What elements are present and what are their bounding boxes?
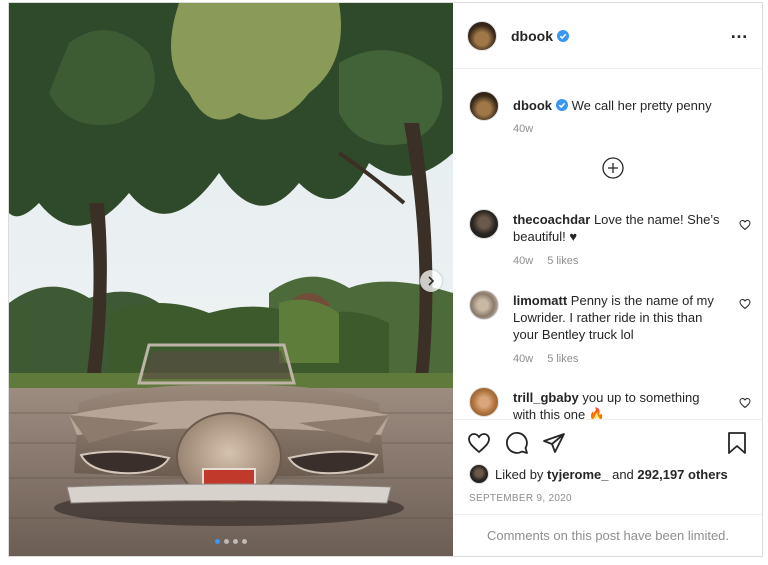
heart-icon[interactable] bbox=[739, 397, 751, 409]
post-modal: dbook … dbook We call her pretty penny 4… bbox=[8, 2, 763, 557]
next-photo-button[interactable] bbox=[420, 270, 442, 292]
post-date[interactable]: SEPTEMBER 9, 2020 bbox=[469, 493, 572, 504]
save-bookmark-icon[interactable] bbox=[725, 431, 749, 455]
like-heart-icon[interactable] bbox=[467, 431, 491, 455]
carousel-dot-active bbox=[215, 539, 220, 544]
caption-age: 40w bbox=[513, 123, 534, 135]
caption-avatar[interactable] bbox=[469, 91, 499, 121]
comment-item: limomatt Penny is the name of my Lowride… bbox=[467, 290, 751, 375]
more-options-button[interactable]: … bbox=[730, 23, 749, 41]
verified-badge-icon bbox=[556, 99, 568, 111]
post-details-panel: dbook … dbook We call her pretty penny 4… bbox=[453, 3, 762, 556]
comment-body: trill_gbaby you up to something with thi… bbox=[513, 389, 725, 419]
liked-by-prefix: Liked by bbox=[495, 466, 544, 482]
comment-meta: 40w 5 likes bbox=[513, 353, 578, 365]
comment-likes[interactable]: 5 likes bbox=[547, 353, 578, 365]
comment-item: thecoachdar Love the name! She’s beautif… bbox=[467, 209, 751, 279]
likes-summary: Liked by tyjerome_ and 292,197 others bbox=[469, 464, 728, 484]
comments-limited-notice: Comments on this post have been limited. bbox=[453, 514, 762, 556]
share-icon[interactable] bbox=[542, 431, 566, 455]
verified-badge-icon bbox=[557, 29, 569, 42]
car-photo-illustration bbox=[9, 3, 453, 556]
comment-age: 40w bbox=[513, 353, 534, 365]
commenter-username[interactable]: limomatt bbox=[513, 293, 567, 308]
chevron-right-icon bbox=[428, 276, 435, 286]
heart-icon[interactable] bbox=[739, 219, 751, 231]
carousel-dot bbox=[224, 539, 229, 544]
author-avatar[interactable] bbox=[467, 20, 497, 51]
commenter-username[interactable]: thecoachdar bbox=[513, 212, 590, 227]
caption-text: We call her pretty penny bbox=[571, 98, 712, 113]
comment-body: limomatt Penny is the name of my Lowride… bbox=[513, 292, 725, 343]
comment-likes[interactable]: 5 likes bbox=[547, 255, 578, 267]
commenter-avatar[interactable] bbox=[469, 387, 499, 417]
liker-avatar[interactable] bbox=[469, 464, 489, 484]
carousel-dot bbox=[233, 539, 238, 544]
heart-icon[interactable] bbox=[739, 298, 751, 310]
caption-meta: 40w bbox=[513, 123, 533, 135]
author-username[interactable]: dbook bbox=[511, 28, 553, 44]
carousel-dot bbox=[242, 539, 247, 544]
post-photo[interactable] bbox=[9, 3, 453, 556]
caption: dbook We call her pretty penny 40w bbox=[467, 91, 751, 151]
commenter-username[interactable]: trill_gbaby bbox=[513, 390, 579, 405]
commenter-avatar[interactable] bbox=[469, 209, 499, 239]
post-header: dbook … bbox=[453, 3, 762, 69]
comment-body: thecoachdar Love the name! She’s beautif… bbox=[513, 211, 725, 245]
post-actions: Liked by tyjerome_ and 292,197 others SE… bbox=[453, 419, 762, 514]
caption-username[interactable]: dbook bbox=[513, 98, 552, 113]
caption-body: dbook We call her pretty penny bbox=[513, 97, 753, 114]
comment-item: trill_gbaby you up to something with thi… bbox=[467, 387, 751, 419]
liker-username[interactable]: tyjerome_ bbox=[547, 467, 608, 482]
likes-count[interactable]: 292,197 others bbox=[637, 467, 727, 482]
comment-meta: 40w 5 likes bbox=[513, 255, 578, 267]
comment-age: 40w bbox=[513, 255, 534, 267]
carousel-dots bbox=[9, 539, 453, 544]
load-more-comments-icon[interactable] bbox=[602, 157, 624, 179]
comment-icon[interactable] bbox=[505, 431, 529, 455]
comments-list[interactable]: dbook We call her pretty penny 40w theco… bbox=[453, 69, 762, 419]
liked-and: and bbox=[612, 466, 634, 482]
commenter-avatar[interactable] bbox=[469, 290, 499, 320]
